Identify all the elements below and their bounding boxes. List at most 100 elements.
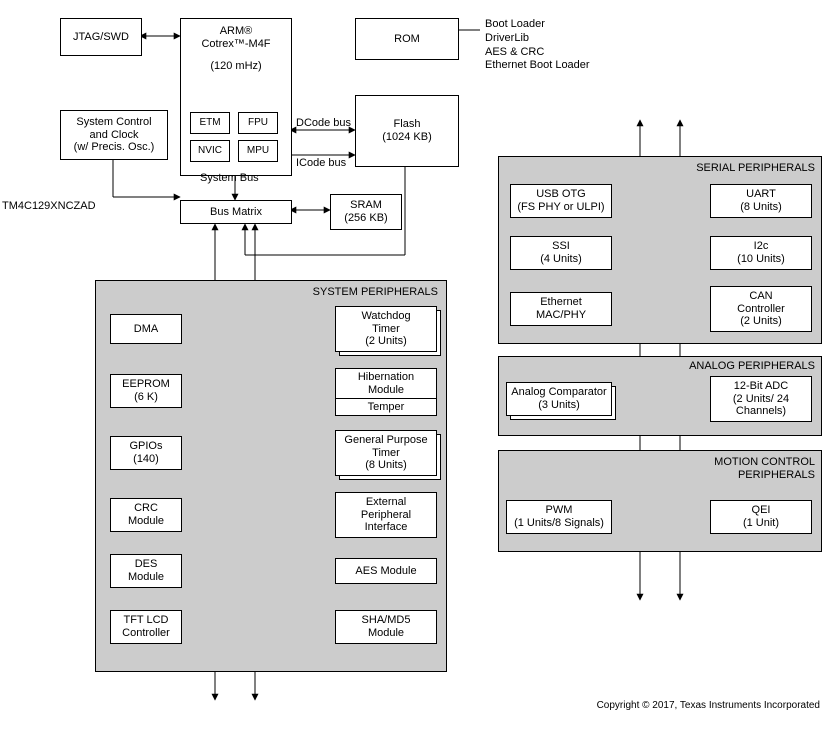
etm-label: ETM	[199, 117, 220, 129]
eeprom-l1: EEPROM	[122, 378, 170, 391]
label-icode: ICode bus	[296, 157, 346, 169]
gpio-l1: GPIOs	[129, 440, 162, 453]
eth-l1: Ethernet	[540, 296, 582, 309]
i2c-l1: I2c	[754, 240, 769, 253]
arm-sub: Cotrex™-M4F	[201, 38, 270, 51]
motion-title-l1: MOTION CONTROL	[695, 456, 815, 469]
wd-l1: Watchdog	[361, 310, 410, 323]
block-uart: UART (8 Units)	[710, 184, 812, 218]
tft-l2: Controller	[122, 627, 170, 640]
block-hibernation: Hibernation Module Temper	[335, 368, 435, 414]
arm-freq: (120 mHz)	[210, 60, 261, 73]
ssi-l1: SSI	[552, 240, 570, 253]
block-i2c: I2c (10 Units)	[710, 236, 812, 270]
sram-l1: SRAM	[350, 199, 382, 212]
block-qei: QEI (1 Unit)	[710, 500, 812, 534]
uart-l1: UART	[746, 188, 776, 201]
pwm-l2: (1 Units/8 Signals)	[514, 517, 604, 530]
block-jtag: JTAG/SWD	[60, 18, 142, 56]
rom-note-1: Boot Loader	[485, 18, 590, 32]
uart-l2: (8 Units)	[740, 201, 782, 214]
flash-l1: Flash	[394, 118, 421, 131]
copyright: Copyright © 2017, Texas Instruments Inco…	[520, 700, 820, 711]
block-can: CAN Controller (2 Units)	[710, 286, 812, 332]
block-pwm: PWM (1 Units/8 Signals)	[506, 500, 612, 534]
sysctrl-l1: System Control	[76, 116, 151, 129]
block-watchdog: Watchdog Timer (2 Units)	[335, 306, 435, 350]
wd-l3: (2 Units)	[365, 335, 407, 348]
adc-l3: Channels)	[736, 405, 786, 418]
aes-label: AES Module	[355, 565, 416, 578]
hib-l1: Hibernation	[358, 371, 414, 384]
block-sysctrl: System Control and Clock (w/ Precis. Osc…	[60, 110, 168, 160]
block-ssi: SSI (4 Units)	[510, 236, 612, 270]
tft-l1: TFT LCD	[123, 614, 168, 627]
ssi-l2: (4 Units)	[540, 253, 582, 266]
bus-matrix-label: Bus Matrix	[210, 206, 262, 219]
crc-l2: Module	[128, 515, 164, 528]
label-sysbus: System Bus	[200, 172, 259, 184]
qei-l1: QEI	[752, 504, 771, 517]
dma-label: DMA	[134, 323, 158, 336]
fpu-label: FPU	[248, 117, 268, 129]
block-gpio: GPIOs (140)	[110, 436, 182, 470]
title-serial-peripherals: SERIAL PERIPHERALS	[680, 162, 815, 174]
nvic-label: NVIC	[198, 145, 222, 157]
block-mpu: MPU	[238, 140, 278, 162]
can-l3: (2 Units)	[740, 315, 782, 328]
block-gptimer: General Purpose Timer (8 Units)	[335, 430, 435, 474]
arm-title: ARM®	[220, 25, 253, 38]
usb-l1: USB OTG	[536, 188, 586, 201]
rom-note-2: DriverLib	[485, 32, 590, 46]
adc-l1: 12-Bit ADC	[734, 380, 788, 393]
adc-l2: (2 Units/ 24	[733, 393, 789, 406]
sysctrl-l3: (w/ Precis. Osc.)	[74, 141, 155, 154]
block-sha: SHA/MD5 Module	[335, 610, 437, 644]
block-sram: SRAM (256 KB)	[330, 194, 402, 230]
title-system-peripherals: SYSTEM PERIPHERALS	[300, 286, 438, 298]
block-dma: DMA	[110, 314, 182, 344]
can-l2: Controller	[737, 303, 785, 316]
rom-notes: Boot Loader DriverLib AES & CRC Ethernet…	[485, 18, 590, 73]
block-etm: ETM	[190, 112, 230, 134]
sha-l1: SHA/MD5	[362, 614, 411, 627]
label-partnumber: TM4C129XNCZAD	[2, 200, 96, 212]
block-tftlcd: TFT LCD Controller	[110, 610, 182, 644]
ac-l1: Analog Comparator	[511, 386, 606, 399]
sha-l2: Module	[368, 627, 404, 640]
sysctrl-l2: and Clock	[90, 129, 139, 142]
des-l1: DES	[135, 558, 158, 571]
block-bus-matrix: Bus Matrix	[180, 200, 292, 224]
motion-title-l2: PERIPHERALS	[695, 469, 815, 482]
ac-l2: (3 Units)	[538, 399, 580, 412]
block-usb-otg: USB OTG (FS PHY or ULPI)	[510, 184, 612, 218]
can-l1: CAN	[749, 290, 772, 303]
block-fpu: FPU	[238, 112, 278, 134]
label-dcode: DCode bus	[296, 117, 351, 129]
block-nvic: NVIC	[190, 140, 230, 162]
crc-l1: CRC	[134, 502, 158, 515]
block-analog-comparator: Analog Comparator (3 Units)	[506, 382, 610, 416]
i2c-l2: (10 Units)	[737, 253, 785, 266]
epi-l2: Peripheral	[361, 509, 411, 522]
sram-l2: (256 KB)	[344, 212, 387, 225]
gpt-l2: Timer	[372, 447, 400, 460]
mpu-label: MPU	[247, 145, 269, 157]
rom-label: ROM	[394, 33, 420, 46]
flash-l2: (1024 KB)	[382, 131, 432, 144]
eeprom-l2: (6 K)	[134, 391, 158, 404]
block-flash: Flash (1024 KB)	[355, 95, 459, 167]
epi-l3: Interface	[365, 521, 408, 534]
title-motion-peripherals: MOTION CONTROL PERIPHERALS	[695, 456, 815, 481]
epi-l1: External	[366, 496, 406, 509]
usb-l2: (FS PHY or ULPI)	[517, 201, 604, 214]
jtag-label: JTAG/SWD	[73, 31, 129, 44]
hib-l3: Temper	[368, 401, 405, 414]
eth-l2: MAC/PHY	[536, 309, 586, 322]
block-epi: External Peripheral Interface	[335, 492, 437, 538]
gpt-l1: General Purpose	[344, 434, 427, 447]
des-l2: Module	[128, 571, 164, 584]
gpt-l3: (8 Units)	[365, 459, 407, 472]
hib-l2: Module	[368, 384, 404, 397]
pwm-l1: PWM	[546, 504, 573, 517]
